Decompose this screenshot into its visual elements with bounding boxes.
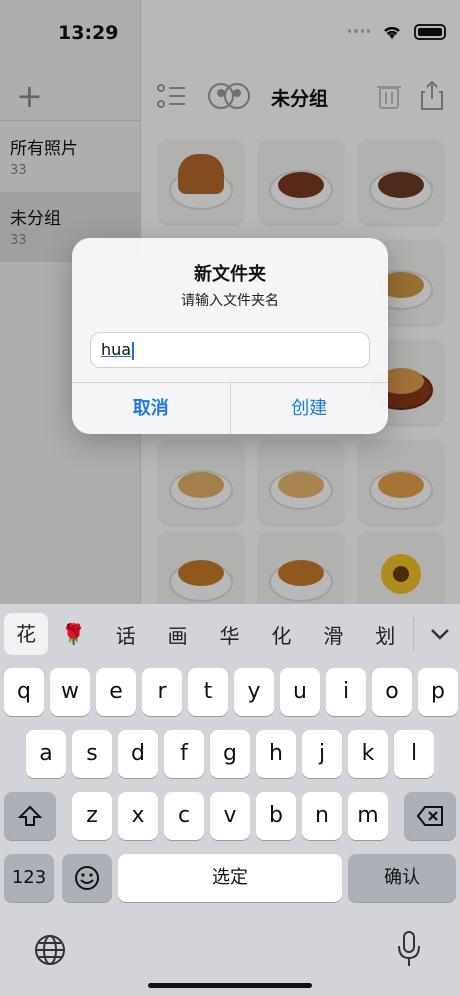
backspace-icon <box>416 806 443 826</box>
emoji-key[interactable] <box>62 854 112 902</box>
folder-name-value: hua <box>101 340 132 359</box>
home-indicator <box>148 983 312 988</box>
key-a[interactable]: a <box>26 730 66 778</box>
key-h[interactable]: h <box>256 730 296 778</box>
key-e[interactable]: e <box>96 668 136 716</box>
key-p[interactable]: p <box>418 668 458 716</box>
key-j[interactable]: j <box>302 730 342 778</box>
key-r[interactable]: r <box>142 668 182 716</box>
text-cursor <box>132 341 135 360</box>
key-z[interactable]: z <box>72 792 112 840</box>
dialog-title: 新文件夹 <box>194 264 266 285</box>
key-w[interactable]: w <box>50 668 90 716</box>
candidate-item[interactable]: 🌹 <box>48 622 100 646</box>
candidate-divider <box>413 617 415 651</box>
folder-name-input[interactable]: hua <box>90 332 370 368</box>
key-m[interactable]: m <box>348 792 388 840</box>
key-v[interactable]: v <box>210 792 250 840</box>
key-u[interactable]: u <box>280 668 320 716</box>
candidate-item[interactable]: 话 <box>100 620 152 649</box>
delete-key[interactable] <box>404 792 456 840</box>
microphone-icon[interactable] <box>396 930 422 968</box>
key-f[interactable]: f <box>164 730 204 778</box>
key-b[interactable]: b <box>256 792 296 840</box>
candidate-item[interactable]: 画 <box>152 620 204 649</box>
key-s[interactable]: s <box>72 730 112 778</box>
create-button[interactable]: 创建 <box>231 383 389 434</box>
key-x[interactable]: x <box>118 792 158 840</box>
key-d[interactable]: d <box>118 730 158 778</box>
emoji-icon <box>75 866 99 890</box>
app: 13:29 + 所有照片 33 未分组 33 未分组 新文件夹 请输入文件夹名 … <box>0 0 460 996</box>
key-q[interactable]: q <box>4 668 44 716</box>
key-t[interactable]: t <box>188 668 228 716</box>
candidate-bar: 花 🌹 话 画 华 化 滑 划 <box>0 604 460 664</box>
dialog-actions: 取消 创建 <box>72 382 388 434</box>
dialog-message: 请输入文件夹名 <box>181 293 279 309</box>
candidate-item[interactable]: 化 <box>255 620 307 649</box>
key-i[interactable]: i <box>326 668 366 716</box>
cancel-button[interactable]: 取消 <box>72 383 231 434</box>
key-l[interactable]: l <box>394 730 434 778</box>
confirm-key[interactable]: 确认 <box>348 854 456 902</box>
key-c[interactable]: c <box>164 792 204 840</box>
numbers-key[interactable]: 123 <box>4 854 54 902</box>
globe-icon[interactable] <box>34 934 66 966</box>
candidate-item[interactable]: 华 <box>204 620 256 649</box>
key-n[interactable]: n <box>302 792 342 840</box>
candidate-item[interactable]: 划 <box>359 620 411 649</box>
key-k[interactable]: k <box>348 730 388 778</box>
key-y[interactable]: y <box>234 668 274 716</box>
candidate-item[interactable]: 滑 <box>307 620 359 649</box>
shift-key[interactable] <box>4 792 56 840</box>
candidate-item[interactable]: 花 <box>4 613 48 655</box>
chevron-down-icon[interactable] <box>420 624 460 644</box>
new-folder-dialog: 新文件夹 请输入文件夹名 hua 取消 创建 <box>72 238 388 434</box>
shift-icon <box>17 805 43 826</box>
keyboard: 花 🌹 话 画 华 化 滑 划 q w e r t y u i o p a s … <box>0 604 460 996</box>
key-g[interactable]: g <box>210 730 250 778</box>
space-key[interactable]: 选定 <box>118 854 342 902</box>
key-o[interactable]: o <box>372 668 412 716</box>
